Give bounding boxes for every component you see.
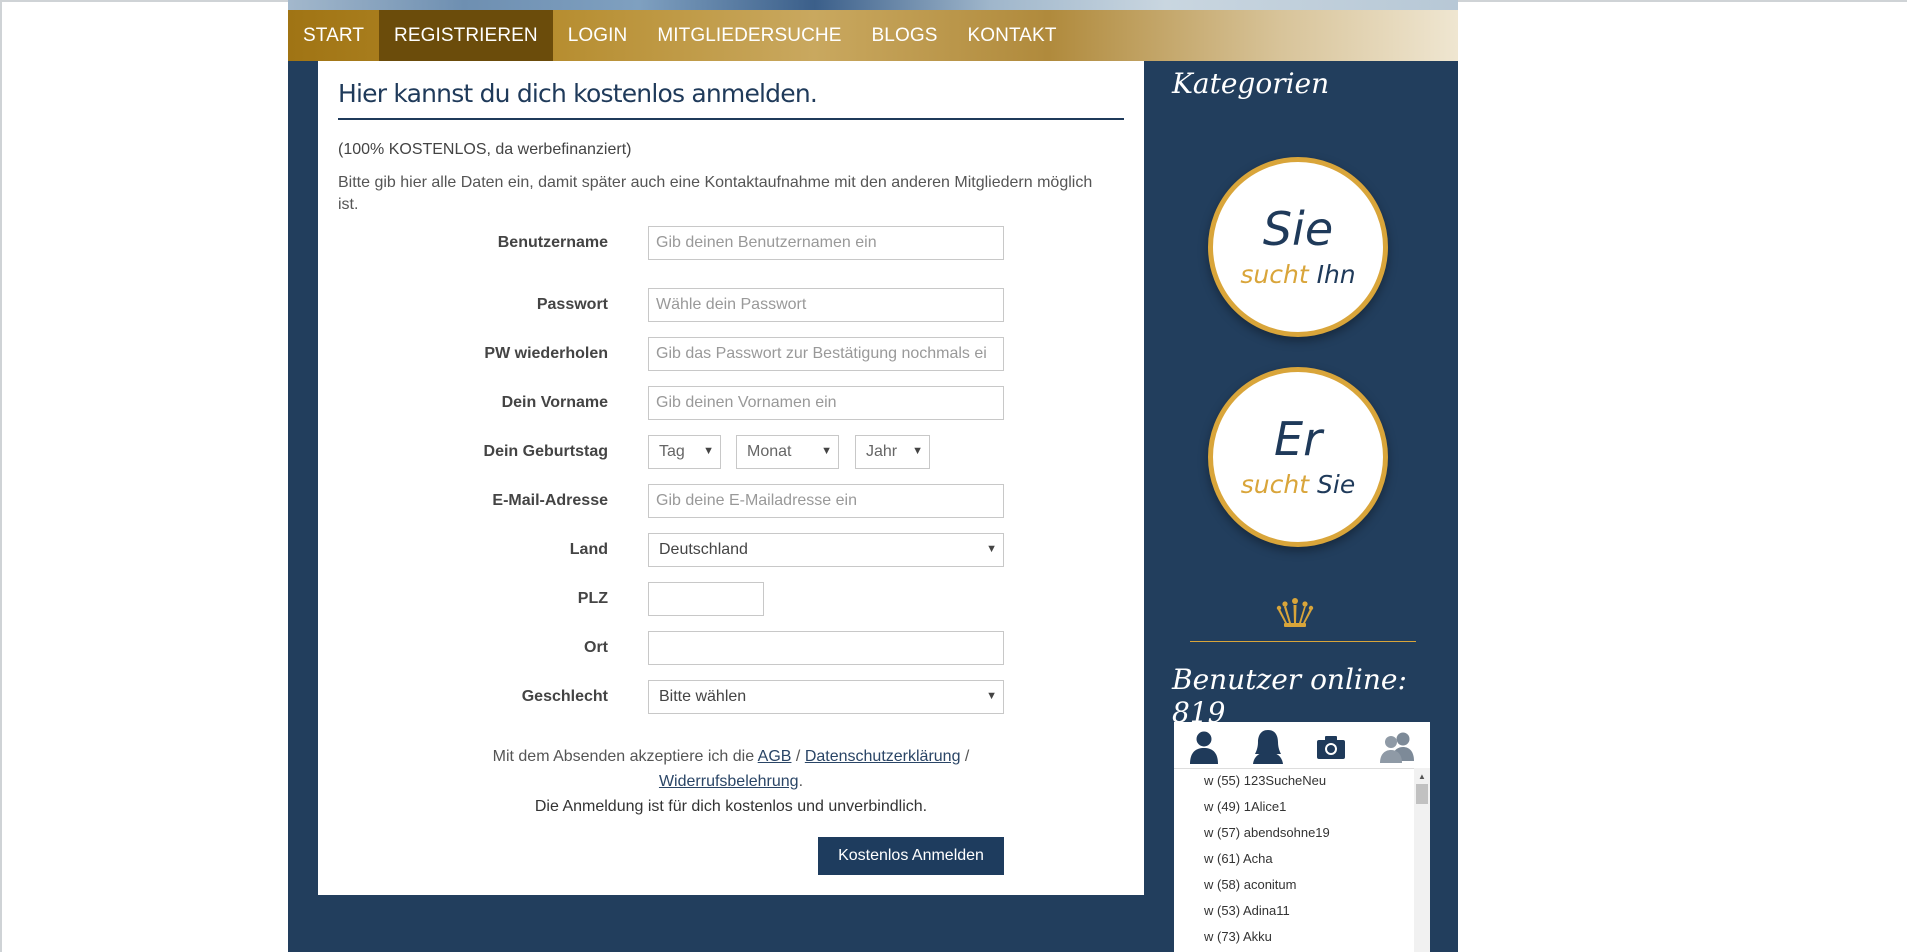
terms-separator: / bbox=[964, 748, 970, 765]
page-title: Hier kannst du dich kostenlos anmelden. bbox=[338, 79, 1124, 120]
male-icon[interactable] bbox=[1186, 728, 1222, 769]
firstname-input[interactable]: Gib deinen Vornamen ein bbox=[648, 386, 1004, 420]
female-icon[interactable] bbox=[1250, 728, 1286, 769]
couple-icon[interactable] bbox=[1378, 728, 1418, 769]
category-sie-sucht-ihn[interactable]: Sie sucht Ihn bbox=[1208, 157, 1388, 337]
crown-icon bbox=[1275, 593, 1315, 638]
chevron-down-icon: ▼ bbox=[912, 445, 923, 457]
registration-panel: Hier kannst du dich kostenlos anmelden. … bbox=[318, 61, 1144, 895]
birthday-day-value: Tag bbox=[659, 443, 685, 460]
terms-separator: / bbox=[795, 748, 801, 765]
agb-link[interactable]: AGB bbox=[758, 748, 792, 765]
online-user[interactable]: w (57) abendsohne19 bbox=[1174, 820, 1414, 846]
nav-registrieren[interactable]: REGISTRIEREN bbox=[379, 10, 553, 61]
terms-text: Mit dem Absenden akzeptiere ich die AGB … bbox=[338, 744, 1124, 794]
online-user[interactable]: w (55) 123SucheNeu bbox=[1174, 768, 1414, 794]
category-sub-blue: Ihn bbox=[1316, 260, 1356, 289]
online-title: Benutzer online: 819 bbox=[1172, 663, 1407, 729]
row-zip: PLZ bbox=[318, 582, 1144, 616]
password-label: Passwort bbox=[536, 296, 608, 313]
country-label: Land bbox=[569, 541, 608, 558]
camera-icon[interactable] bbox=[1316, 728, 1346, 769]
online-user[interactable]: w (73) Akku bbox=[1174, 924, 1414, 950]
online-user-list: w (55) 123SucheNeu w (49) 1Alice1 w (57)… bbox=[1174, 768, 1414, 950]
firstname-label: Dein Vorname bbox=[501, 394, 608, 411]
category-sub-text: sucht Ihn bbox=[1213, 260, 1383, 289]
city-input[interactable] bbox=[648, 631, 1004, 665]
category-sub-gold: sucht bbox=[1240, 260, 1309, 289]
country-select[interactable]: Deutschland ▼ bbox=[648, 533, 1004, 567]
birthday-year-select[interactable]: Jahr ▼ bbox=[855, 435, 930, 469]
zip-label: PLZ bbox=[577, 590, 608, 607]
intro-text: Bitte gib hier alle Daten ein, damit spä… bbox=[338, 174, 1093, 213]
password-repeat-label: PW wiederholen bbox=[484, 345, 608, 362]
country-value: Deutschland bbox=[659, 541, 748, 558]
site-wrapper: START REGISTRIEREN LOGIN MITGLIEDERSUCHE… bbox=[288, 0, 1458, 952]
main-nav: START REGISTRIEREN LOGIN MITGLIEDERSUCHE… bbox=[288, 10, 1458, 61]
row-gender: Geschlecht Bitte wählen ▼ bbox=[318, 680, 1144, 714]
online-user[interactable]: w (49) 1Alice1 bbox=[1174, 794, 1414, 820]
divider bbox=[1190, 641, 1416, 642]
row-password: Passwort Wähle dein Passwort bbox=[318, 288, 1144, 322]
category-er-sucht-sie[interactable]: Er sucht Sie bbox=[1208, 367, 1388, 547]
chevron-down-icon: ▼ bbox=[986, 543, 997, 555]
nav-blogs[interactable]: BLOGS bbox=[857, 10, 953, 61]
nav-mitgliedersuche[interactable]: MITGLIEDERSUCHE bbox=[642, 10, 856, 61]
row-username: Benutzername Gib deinen Benutzernamen ei… bbox=[318, 226, 1144, 260]
free-registration-note: Die Anmeldung ist für dich kostenlos und… bbox=[534, 798, 928, 815]
chevron-down-icon: ▼ bbox=[986, 690, 997, 702]
free-note: (100% KOSTENLOS, da werbefinanziert) bbox=[338, 141, 632, 158]
birthday-day-select[interactable]: Tag ▼ bbox=[648, 435, 721, 469]
birthday-month-value: Monat bbox=[747, 443, 792, 460]
online-user[interactable]: w (53) Adina11 bbox=[1174, 898, 1414, 924]
window-frame-left bbox=[0, 0, 2, 952]
submit-button[interactable]: Kostenlos Anmelden bbox=[818, 837, 1004, 875]
withdrawal-link[interactable]: Widerrufsbelehrung bbox=[659, 773, 799, 790]
password-repeat-input[interactable]: Gib das Passwort zur Bestätigung nochmal… bbox=[648, 337, 1004, 371]
category-big-text: Sie bbox=[1262, 202, 1334, 256]
zip-input[interactable] bbox=[648, 582, 764, 616]
chevron-down-icon: ▼ bbox=[703, 445, 714, 457]
terms-end: . bbox=[798, 773, 804, 790]
row-city: Ort bbox=[318, 631, 1144, 665]
row-firstname: Dein Vorname Gib deinen Vornamen ein bbox=[318, 386, 1144, 420]
category-big-text: Er bbox=[1274, 412, 1322, 466]
birthday-year-value: Jahr bbox=[866, 443, 898, 460]
birthday-label: Dein Geburtstag bbox=[483, 443, 608, 460]
nav-start[interactable]: START bbox=[288, 10, 379, 61]
username-label: Benutzername bbox=[497, 234, 608, 251]
chevron-down-icon: ▼ bbox=[821, 445, 832, 457]
row-country: Land Deutschland ▼ bbox=[318, 533, 1144, 567]
row-birthday: Dein Geburtstag Tag ▼ Monat ▼ Jahr ▼ bbox=[318, 435, 1144, 469]
birthday-month-select[interactable]: Monat ▼ bbox=[736, 435, 839, 469]
categories-title: Kategorien bbox=[1172, 67, 1330, 100]
email-input[interactable]: Gib deine E-Mailadresse ein bbox=[648, 484, 1004, 518]
online-users-box: w (55) 123SucheNeu w (49) 1Alice1 w (57)… bbox=[1174, 722, 1430, 952]
category-sub-blue: Sie bbox=[1317, 470, 1356, 499]
username-input[interactable]: Gib deinen Benutzernamen ein bbox=[648, 226, 1004, 260]
gender-select[interactable]: Bitte wählen ▼ bbox=[648, 680, 1004, 714]
row-email: E-Mail-Adresse Gib deine E-Mailadresse e… bbox=[318, 484, 1144, 518]
scroll-thumb[interactable] bbox=[1416, 784, 1428, 804]
scroll-up-icon[interactable]: ▲ bbox=[1418, 772, 1426, 781]
category-sub-gold: sucht bbox=[1240, 470, 1310, 499]
nav-login[interactable]: LOGIN bbox=[553, 10, 643, 61]
online-user[interactable]: w (61) Acha bbox=[1174, 846, 1414, 872]
gender-label: Geschlecht bbox=[521, 688, 608, 705]
privacy-link[interactable]: Datenschutzerklärung bbox=[805, 748, 961, 765]
category-sub-text: sucht Sie bbox=[1213, 470, 1383, 499]
gender-value: Bitte wählen bbox=[659, 688, 747, 705]
scrollbar[interactable]: ▲ bbox=[1414, 768, 1430, 952]
row-password-repeat: PW wiederholen Gib das Passwort zur Best… bbox=[318, 337, 1144, 371]
page-body: Hier kannst du dich kostenlos anmelden. … bbox=[288, 61, 1458, 952]
city-label: Ort bbox=[584, 639, 608, 656]
password-input[interactable]: Wähle dein Passwort bbox=[648, 288, 1004, 322]
sidebar: Kategorien Sie sucht Ihn Er sucht Sie Be… bbox=[1144, 61, 1458, 952]
online-user[interactable]: w (58) aconitum bbox=[1174, 872, 1414, 898]
terms-prefix: Mit dem Absenden akzeptiere ich die bbox=[492, 748, 755, 765]
nav-kontakt[interactable]: KONTAKT bbox=[953, 10, 1072, 61]
email-label: E-Mail-Adresse bbox=[492, 492, 608, 509]
header-banner-strip bbox=[288, 0, 1458, 10]
online-filter-tabs bbox=[1174, 722, 1430, 769]
